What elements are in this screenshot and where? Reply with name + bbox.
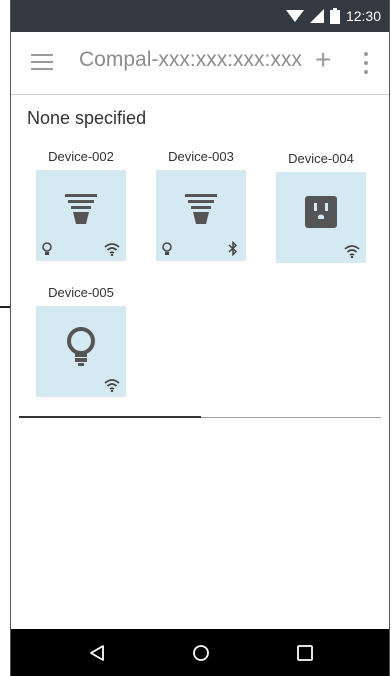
wifi-signal-icon: [285, 10, 304, 22]
wifi-icon: [344, 245, 360, 258]
device-name: Device-004: [288, 151, 354, 166]
device-card[interactable]: Device-005: [36, 284, 126, 397]
group-title: None specified: [27, 108, 147, 128]
device-tile[interactable]: [36, 306, 126, 397]
device-name: Device-003: [168, 149, 234, 164]
device-tile[interactable]: [276, 172, 366, 263]
device-name: Device-005: [48, 285, 114, 300]
home-button[interactable]: [171, 629, 231, 676]
phone-screen: 12:30 Compal-xxx:xxx:xxx:xxx + None spec…: [10, 0, 390, 676]
back-button[interactable]: [67, 629, 127, 676]
app-title: Compal-xxx:xxx:xxx:xxx: [79, 48, 302, 71]
power-outlet-icon: [305, 196, 337, 228]
bluetooth-icon: [228, 241, 238, 256]
ceiling-lamp-icon: [65, 194, 97, 224]
status-bar: 12:30: [11, 0, 389, 32]
device-card[interactable]: Device-004: [276, 150, 366, 263]
scroll-indicator: [19, 416, 201, 418]
app-bar: Compal-xxx:xxx:xxx:xxx +: [11, 32, 389, 95]
light-bulb-icon: [67, 327, 95, 366]
wifi-icon: [104, 379, 120, 392]
wifi-icon: [104, 243, 120, 256]
recents-button[interactable]: [275, 629, 335, 676]
cell-signal-icon: [309, 9, 324, 23]
home-icon: [193, 645, 209, 661]
navigation-bar: [11, 629, 389, 676]
device-card[interactable]: Device-003: [156, 148, 246, 261]
device-tile[interactable]: [156, 170, 246, 261]
recents-icon: [297, 645, 313, 661]
device-tile[interactable]: [36, 170, 126, 261]
device-name: Device-002: [48, 149, 114, 164]
hamburger-menu-icon[interactable]: [31, 52, 57, 74]
device-card[interactable]: Device-002: [36, 148, 126, 261]
back-icon: [90, 645, 104, 661]
bulb-icon: [42, 242, 52, 255]
bulb-icon: [162, 242, 172, 255]
ceiling-lamp-icon: [185, 194, 217, 224]
battery-icon: [329, 8, 340, 24]
status-time: 12:30: [345, 8, 381, 24]
add-button[interactable]: +: [315, 46, 331, 74]
overflow-menu-icon[interactable]: [361, 50, 371, 76]
